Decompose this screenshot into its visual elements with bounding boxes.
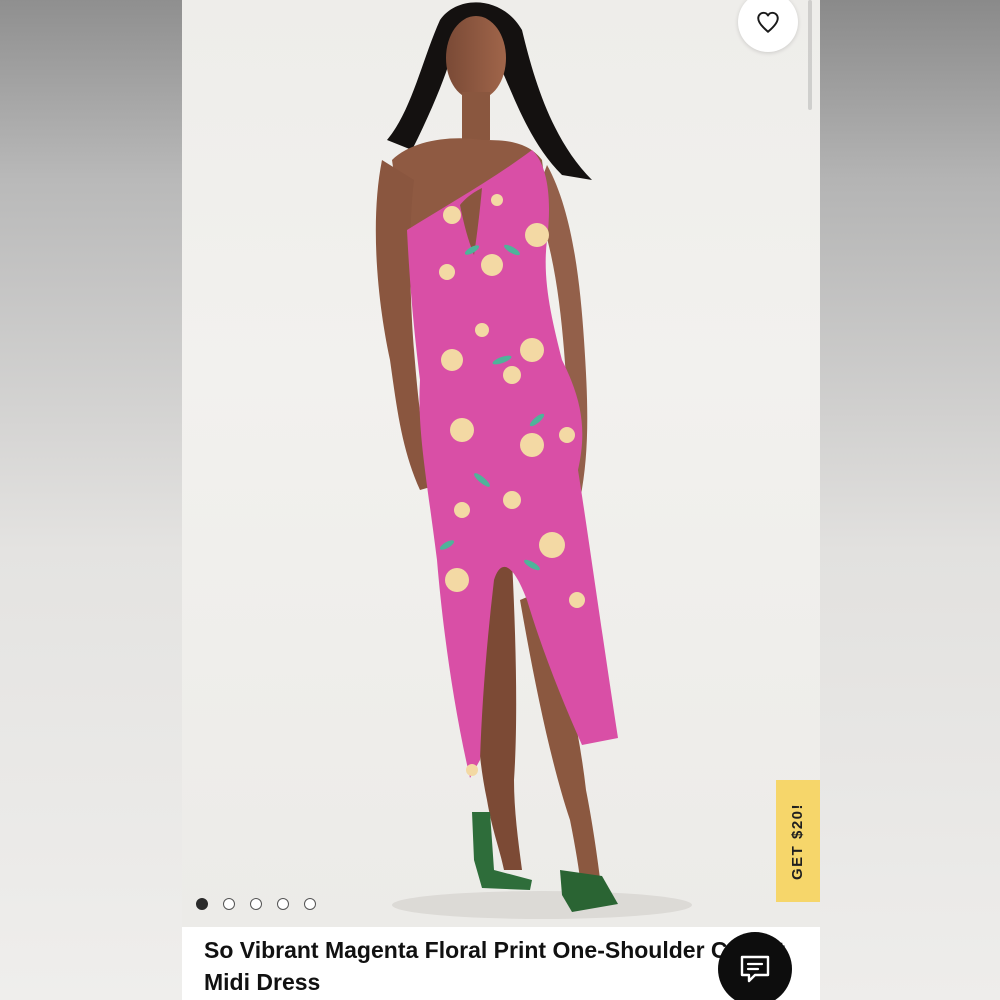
carousel-dot-3[interactable]	[250, 898, 262, 910]
backdrop-left	[0, 0, 182, 1000]
chat-bubble-icon	[740, 955, 770, 983]
promo-tab[interactable]: GET $20!	[776, 780, 820, 902]
image-scrollbar[interactable]	[808, 0, 812, 110]
product-page: GET $20! So Vibrant Magenta Floral Print…	[182, 0, 820, 1000]
backdrop-right	[820, 0, 1000, 1000]
carousel-dot-5[interactable]	[304, 898, 316, 910]
carousel-dots	[196, 898, 316, 910]
chat-button[interactable]	[718, 932, 792, 1000]
carousel-dot-1[interactable]	[196, 898, 208, 910]
carousel-dot-4[interactable]	[277, 898, 289, 910]
promo-label: GET $20!	[789, 802, 807, 880]
product-title: So Vibrant Magenta Floral Print One-Shou…	[204, 937, 785, 995]
carousel-dot-2[interactable]	[223, 898, 235, 910]
heart-icon	[757, 11, 779, 33]
product-image[interactable]	[182, 0, 820, 927]
model-illustration	[375, 2, 692, 919]
